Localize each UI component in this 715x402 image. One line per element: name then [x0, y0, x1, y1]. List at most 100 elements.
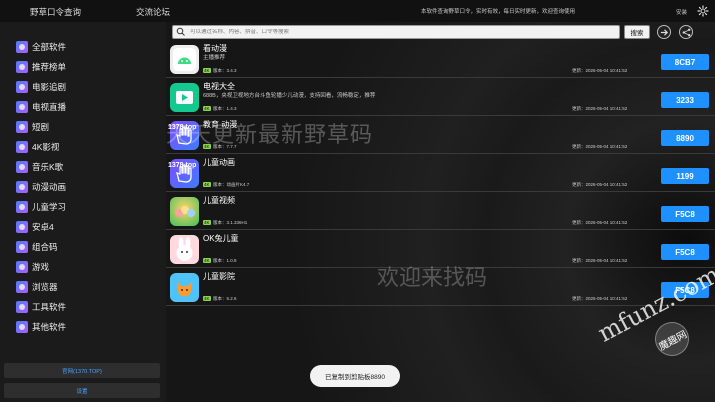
- install-link[interactable]: 安装: [676, 8, 687, 16]
- app-row[interactable]: 电视大全 688B，央视卫视地方台斗鱼轮播少儿动漫，支持回看，流畅稳定，推荐 4…: [166, 79, 715, 116]
- top-bar: 野草口令查询 交流论坛 本软件查询野草口令，实时有效，每日实时更新，欢迎查询使用…: [0, 0, 715, 22]
- app-desc: 主播推荐: [203, 55, 226, 61]
- category-icon: [16, 101, 28, 113]
- copy-code-button[interactable]: F5C8: [661, 244, 709, 260]
- app-updated: 更新：2026-05-04 10:41:52: [572, 106, 628, 111]
- copy-code-button[interactable]: 1199: [661, 168, 709, 184]
- category-icon: [16, 41, 28, 53]
- app-row[interactable]: 儿童动画 4K 版本：动画片K4.7 更新：2026-05-04 10:41:5…: [166, 155, 715, 192]
- app-updated: 更新：2026-05-04 10:41:52: [572, 258, 628, 263]
- category-icon: [16, 141, 28, 153]
- search-bar: [172, 25, 620, 39]
- sidebar-item-games[interactable]: 游戏: [16, 260, 49, 274]
- quality-badge: 4K: [203, 296, 211, 301]
- search-icon: [176, 27, 185, 36]
- toast-message: 已复制到剪贴板8890: [310, 365, 400, 387]
- app-title: 儿童动画: [203, 158, 235, 167]
- app-version: 版本：5.2.6: [213, 296, 237, 301]
- app-row[interactable]: 儿童视频 4K 版本：3.1.336H1 更新：2026-05-04 10:41…: [166, 193, 715, 230]
- sidebar-item-label: 电影追剧: [32, 82, 67, 92]
- icon-site-label: 1378.top: [168, 162, 197, 169]
- sidebar-item-label: 安卓4: [32, 222, 54, 232]
- category-icon: [16, 241, 28, 253]
- quality-badge: 4K: [203, 182, 211, 187]
- app-version: 版本：1.0.8: [213, 258, 237, 263]
- sidebar-item-tools[interactable]: 工具软件: [16, 300, 66, 314]
- search-button[interactable]: 搜索: [624, 25, 650, 39]
- tab-code-query[interactable]: 野草口令查询: [30, 6, 81, 18]
- sidebar-item-combo[interactable]: 组合码: [16, 240, 58, 254]
- category-icon: [16, 181, 28, 193]
- quality-badge: 4K: [203, 220, 211, 225]
- rabbit-icon: [170, 235, 199, 264]
- copy-code-button[interactable]: 8890: [661, 130, 709, 146]
- sidebar-item-4k[interactable]: 4K影视: [16, 140, 59, 154]
- sidebar-item-label: 短剧: [32, 122, 50, 132]
- quality-badge: 4K: [203, 258, 211, 263]
- sidebar-item-kids[interactable]: 儿童学习: [16, 200, 66, 214]
- search-input[interactable]: [190, 29, 610, 35]
- fox-icon: [170, 273, 199, 302]
- tab-forum[interactable]: 交流论坛: [136, 6, 170, 18]
- sidebar-item-label: 全部软件: [32, 42, 67, 52]
- sidebar-item-recommended[interactable]: 推荐榜单: [16, 60, 66, 74]
- sidebar-item-live-tv[interactable]: 电视直播: [16, 100, 66, 114]
- app-updated: 更新：2026-05-04 10:41:52: [572, 296, 628, 301]
- quality-badge: 4K: [203, 68, 211, 73]
- app-version: 版本：3.1.336H1: [213, 220, 248, 225]
- sidebar-item-label: 儿童学习: [32, 202, 67, 212]
- category-icon: [16, 321, 28, 333]
- android-icon: [170, 45, 199, 74]
- sidebar-item-other[interactable]: 其他软件: [16, 320, 66, 334]
- sidebar-item-label: 音乐K歌: [32, 162, 64, 172]
- sidebar-item-label: 浏览器: [32, 282, 58, 292]
- sidebar-item-label: 电视直播: [32, 102, 67, 112]
- copy-code-button[interactable]: F5C8: [661, 206, 709, 222]
- category-icon: [16, 161, 28, 173]
- main-panel: 搜索 看动漫 主播推荐 4K 版本：3.4.3 更新：2026-05-04 10…: [166, 22, 715, 402]
- app-updated: 更新：2026-05-04 10:41:52: [572, 144, 628, 149]
- app-version: 版本：1.4.3: [213, 106, 237, 111]
- sidebar-item-movies[interactable]: 电影追剧: [16, 80, 66, 94]
- notice-text: 本软件查询野草口令，实时有效，每日实时更新，欢迎查询使用: [421, 9, 576, 15]
- sidebar-item-label: 组合码: [32, 242, 58, 252]
- app-version: 版本：3.4.3: [213, 68, 237, 73]
- sidebar-item-music[interactable]: 音乐K歌: [16, 160, 63, 174]
- sidebar-item-label: 4K影视: [32, 142, 60, 152]
- tv-play-icon: [170, 83, 199, 112]
- arrow-right-button[interactable]: [657, 25, 671, 39]
- sidebar: 全部软件 推荐榜单 电影追剧 电视直播 短剧 4K影视 音乐K歌 动漫动画 儿童…: [0, 22, 166, 402]
- sidebar-item-anime[interactable]: 动漫动画: [16, 180, 66, 194]
- category-icon: [16, 301, 28, 313]
- copy-code-button[interactable]: 8CB7: [661, 54, 709, 70]
- quality-badge: 4K: [203, 106, 211, 111]
- category-icon: [16, 281, 28, 293]
- sidebar-item-short-drama[interactable]: 短剧: [16, 120, 49, 134]
- category-icon: [16, 61, 28, 73]
- category-icon: [16, 261, 28, 273]
- category-icon: [16, 201, 28, 213]
- category-icon: [16, 121, 28, 133]
- gear-icon[interactable]: [697, 5, 709, 17]
- kids-group-icon: [170, 197, 199, 226]
- sidebar-item-label: 动漫动画: [32, 182, 67, 192]
- sidebar-item-label: 工具软件: [32, 302, 67, 312]
- sidebar-item-all-software[interactable]: 全部软件: [16, 40, 66, 54]
- app-desc: 688B，央视卫视地方台斗鱼轮播少儿动漫，支持回看，流畅稳定，推荐: [203, 93, 376, 99]
- share-button[interactable]: [679, 25, 693, 39]
- watermark-text: 欢迎来找码: [377, 266, 488, 291]
- watermark-text: 天天更新最新野草码: [166, 123, 374, 148]
- sidebar-item-label: 其他软件: [32, 322, 67, 332]
- official-site-button[interactable]: 官网(1370.TOP): [4, 363, 160, 378]
- app-title: 儿童影院: [203, 272, 235, 281]
- app-row[interactable]: 看动漫 主播推荐 4K 版本：3.4.3 更新：2026-05-04 10:41…: [166, 41, 715, 78]
- sidebar-item-android4[interactable]: 安卓4: [16, 220, 54, 234]
- settings-button[interactable]: 设置: [4, 383, 160, 398]
- category-icon: [16, 221, 28, 233]
- copy-code-button[interactable]: 3233: [661, 92, 709, 108]
- share-icon: [682, 28, 690, 36]
- arrow-right-icon: [660, 28, 668, 36]
- sidebar-item-browser[interactable]: 浏览器: [16, 280, 58, 294]
- app-version: 版本：动画片K4.7: [213, 182, 250, 187]
- app-updated: 更新：2026-05-04 10:41:52: [572, 182, 628, 187]
